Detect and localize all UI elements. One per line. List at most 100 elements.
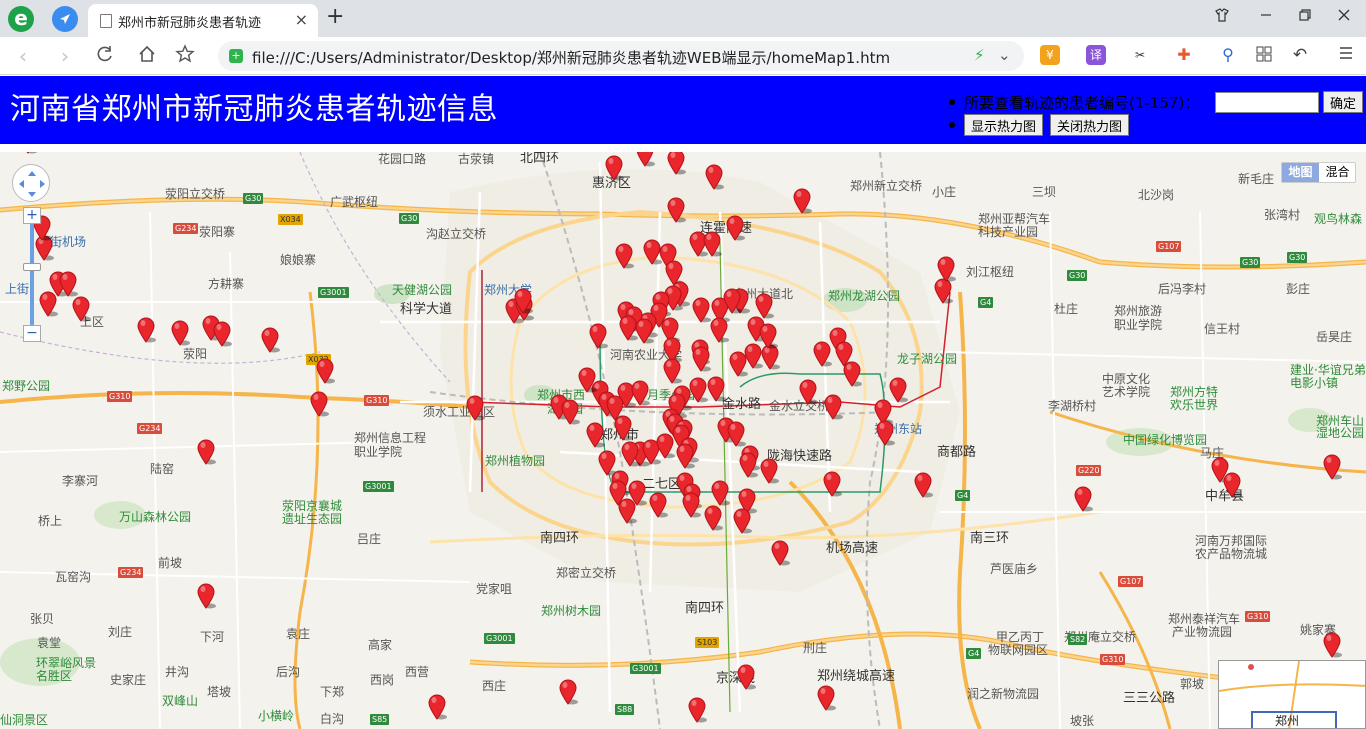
tab-close-icon[interactable]: × <box>295 10 308 29</box>
patient-location-marker-icon[interactable] <box>822 470 842 497</box>
patient-location-marker-icon[interactable] <box>704 163 724 190</box>
patient-location-marker-icon[interactable] <box>427 693 447 720</box>
patient-location-marker-icon[interactable] <box>936 255 956 282</box>
patient-location-marker-icon[interactable] <box>675 442 695 469</box>
patient-location-marker-icon[interactable] <box>212 320 232 347</box>
patient-location-marker-icon[interactable] <box>196 438 216 465</box>
patient-location-marker-icon[interactable] <box>309 390 329 417</box>
patient-location-marker-icon[interactable] <box>913 471 933 498</box>
url-text[interactable]: file:///C:/Users/Administrator/Desktop/郑… <box>252 47 890 68</box>
patient-location-marker-icon[interactable] <box>655 432 675 459</box>
patient-location-marker-icon[interactable] <box>710 479 730 506</box>
zoom-in-button[interactable]: + <box>23 207 41 224</box>
patient-location-marker-icon[interactable] <box>702 230 722 257</box>
zoom-out-button[interactable]: − <box>23 325 41 342</box>
home-icon[interactable] <box>134 44 160 69</box>
patient-location-marker-icon[interactable] <box>630 379 650 406</box>
patient-location-marker-icon[interactable] <box>136 316 156 343</box>
patient-location-marker-icon[interactable] <box>71 295 91 322</box>
patient-location-marker-icon[interactable] <box>798 378 818 405</box>
patient-location-marker-icon[interactable] <box>732 507 752 534</box>
overview-map[interactable]: 郑州 <box>1218 660 1366 729</box>
patient-location-marker-icon[interactable] <box>725 214 745 241</box>
patient-location-marker-icon[interactable] <box>666 196 686 223</box>
patient-location-marker-icon[interactable] <box>513 287 533 314</box>
zoom-track[interactable] <box>30 224 34 325</box>
patient-location-marker-icon[interactable] <box>842 360 862 387</box>
patient-location-marker-icon[interactable] <box>560 398 580 425</box>
patient-location-marker-icon[interactable] <box>613 414 633 441</box>
patient-location-marker-icon[interactable] <box>196 582 216 609</box>
patient-location-marker-icon[interactable] <box>170 319 190 346</box>
translate-icon[interactable]: 译 <box>1086 45 1106 65</box>
scissors-icon[interactable]: ✂ <box>1130 45 1150 65</box>
patient-location-marker-icon[interactable] <box>558 678 578 705</box>
search-icon[interactable]: ⚲ <box>1218 45 1238 65</box>
map-canvas[interactable]: 荥阳立交桥 上街机场 荥阳寨 广武枢纽 沟赵立交桥 娘娘寨 方耕寨 上街 天健湖公园 郑州大学 科学… <box>0 152 1366 729</box>
map-type-hybrid-button[interactable]: 混合 <box>1319 163 1356 182</box>
new-tab-button[interactable]: + <box>326 4 344 29</box>
reload-icon[interactable] <box>92 44 118 69</box>
patient-location-marker-icon[interactable] <box>585 421 605 448</box>
patient-location-marker-icon[interactable] <box>759 457 779 484</box>
patient-location-marker-icon[interactable] <box>604 154 624 181</box>
hide-heatmap-button[interactable]: 关闭热力图 <box>1050 114 1130 136</box>
patient-location-marker-icon[interactable] <box>792 187 812 214</box>
patient-location-marker-icon[interactable] <box>635 152 655 167</box>
patient-location-marker-icon[interactable] <box>812 340 832 367</box>
patient-location-marker-icon[interactable] <box>1222 471 1242 498</box>
extension-icon-yen[interactable]: ¥ <box>1040 45 1060 65</box>
patient-location-marker-icon[interactable] <box>758 322 778 349</box>
patient-location-marker-icon[interactable] <box>770 539 790 566</box>
patient-location-marker-icon[interactable] <box>709 316 729 343</box>
zoom-slider-handle[interactable] <box>23 263 41 271</box>
favorite-star-icon[interactable] <box>172 44 198 69</box>
patient-location-marker-icon[interactable] <box>18 152 38 154</box>
minimize-icon[interactable] <box>1254 7 1278 26</box>
patient-location-marker-icon[interactable] <box>588 322 608 349</box>
show-heatmap-button[interactable]: 显示热力图 <box>964 114 1044 136</box>
patient-location-marker-icon[interactable] <box>58 270 78 297</box>
patient-location-marker-icon[interactable] <box>687 696 707 723</box>
patient-location-marker-icon[interactable] <box>688 376 708 403</box>
restore-icon[interactable] <box>1293 7 1317 26</box>
patient-location-marker-icon[interactable] <box>666 152 686 175</box>
patient-location-marker-icon[interactable] <box>1073 485 1093 512</box>
patient-location-marker-icon[interactable] <box>681 491 701 518</box>
forward-icon[interactable]: › <box>52 44 78 68</box>
confirm-button[interactable]: 确定 <box>1323 91 1364 113</box>
map-type-map-button[interactable]: 地图 <box>1282 163 1319 182</box>
patient-location-marker-icon[interactable] <box>888 376 908 403</box>
lightning-icon[interactable]: ⚡ <box>974 46 985 64</box>
menu-icon[interactable] <box>1336 45 1356 65</box>
undo-icon[interactable]: ↶ <box>1290 45 1310 65</box>
patient-location-marker-icon[interactable] <box>706 375 726 402</box>
patient-location-marker-icon[interactable] <box>648 491 668 518</box>
patient-location-marker-icon[interactable] <box>465 394 485 421</box>
patient-location-marker-icon[interactable] <box>1322 631 1342 658</box>
back-icon[interactable]: ‹ <box>10 44 36 68</box>
patient-location-marker-icon[interactable] <box>823 393 843 420</box>
patient-location-marker-icon[interactable] <box>722 287 742 314</box>
patient-id-input[interactable] <box>1215 92 1319 113</box>
gamepad-icon[interactable]: ✚ <box>1174 45 1194 65</box>
patient-location-marker-icon[interactable] <box>260 326 280 353</box>
compass-icon[interactable] <box>52 6 78 32</box>
patient-location-marker-icon[interactable] <box>691 296 711 323</box>
patient-location-marker-icon[interactable] <box>726 420 746 447</box>
patient-location-marker-icon[interactable] <box>816 684 836 711</box>
patient-location-marker-icon[interactable] <box>662 357 682 384</box>
patient-location-marker-icon[interactable] <box>875 419 895 446</box>
patient-location-marker-icon[interactable] <box>736 663 756 690</box>
patient-location-marker-icon[interactable] <box>627 479 647 506</box>
patient-location-marker-icon[interactable] <box>315 357 335 384</box>
skin-icon[interactable] <box>1210 7 1234 27</box>
patient-location-marker-icon[interactable] <box>691 345 711 372</box>
browser-logo-icon[interactable]: e <box>8 6 34 32</box>
patient-location-marker-icon[interactable] <box>614 242 634 269</box>
patient-location-marker-icon[interactable] <box>634 317 654 344</box>
patient-location-marker-icon[interactable] <box>1322 453 1342 480</box>
pan-control[interactable] <box>12 164 50 202</box>
chevron-down-icon[interactable]: ⌄ <box>998 46 1011 64</box>
close-window-icon[interactable] <box>1332 7 1356 26</box>
